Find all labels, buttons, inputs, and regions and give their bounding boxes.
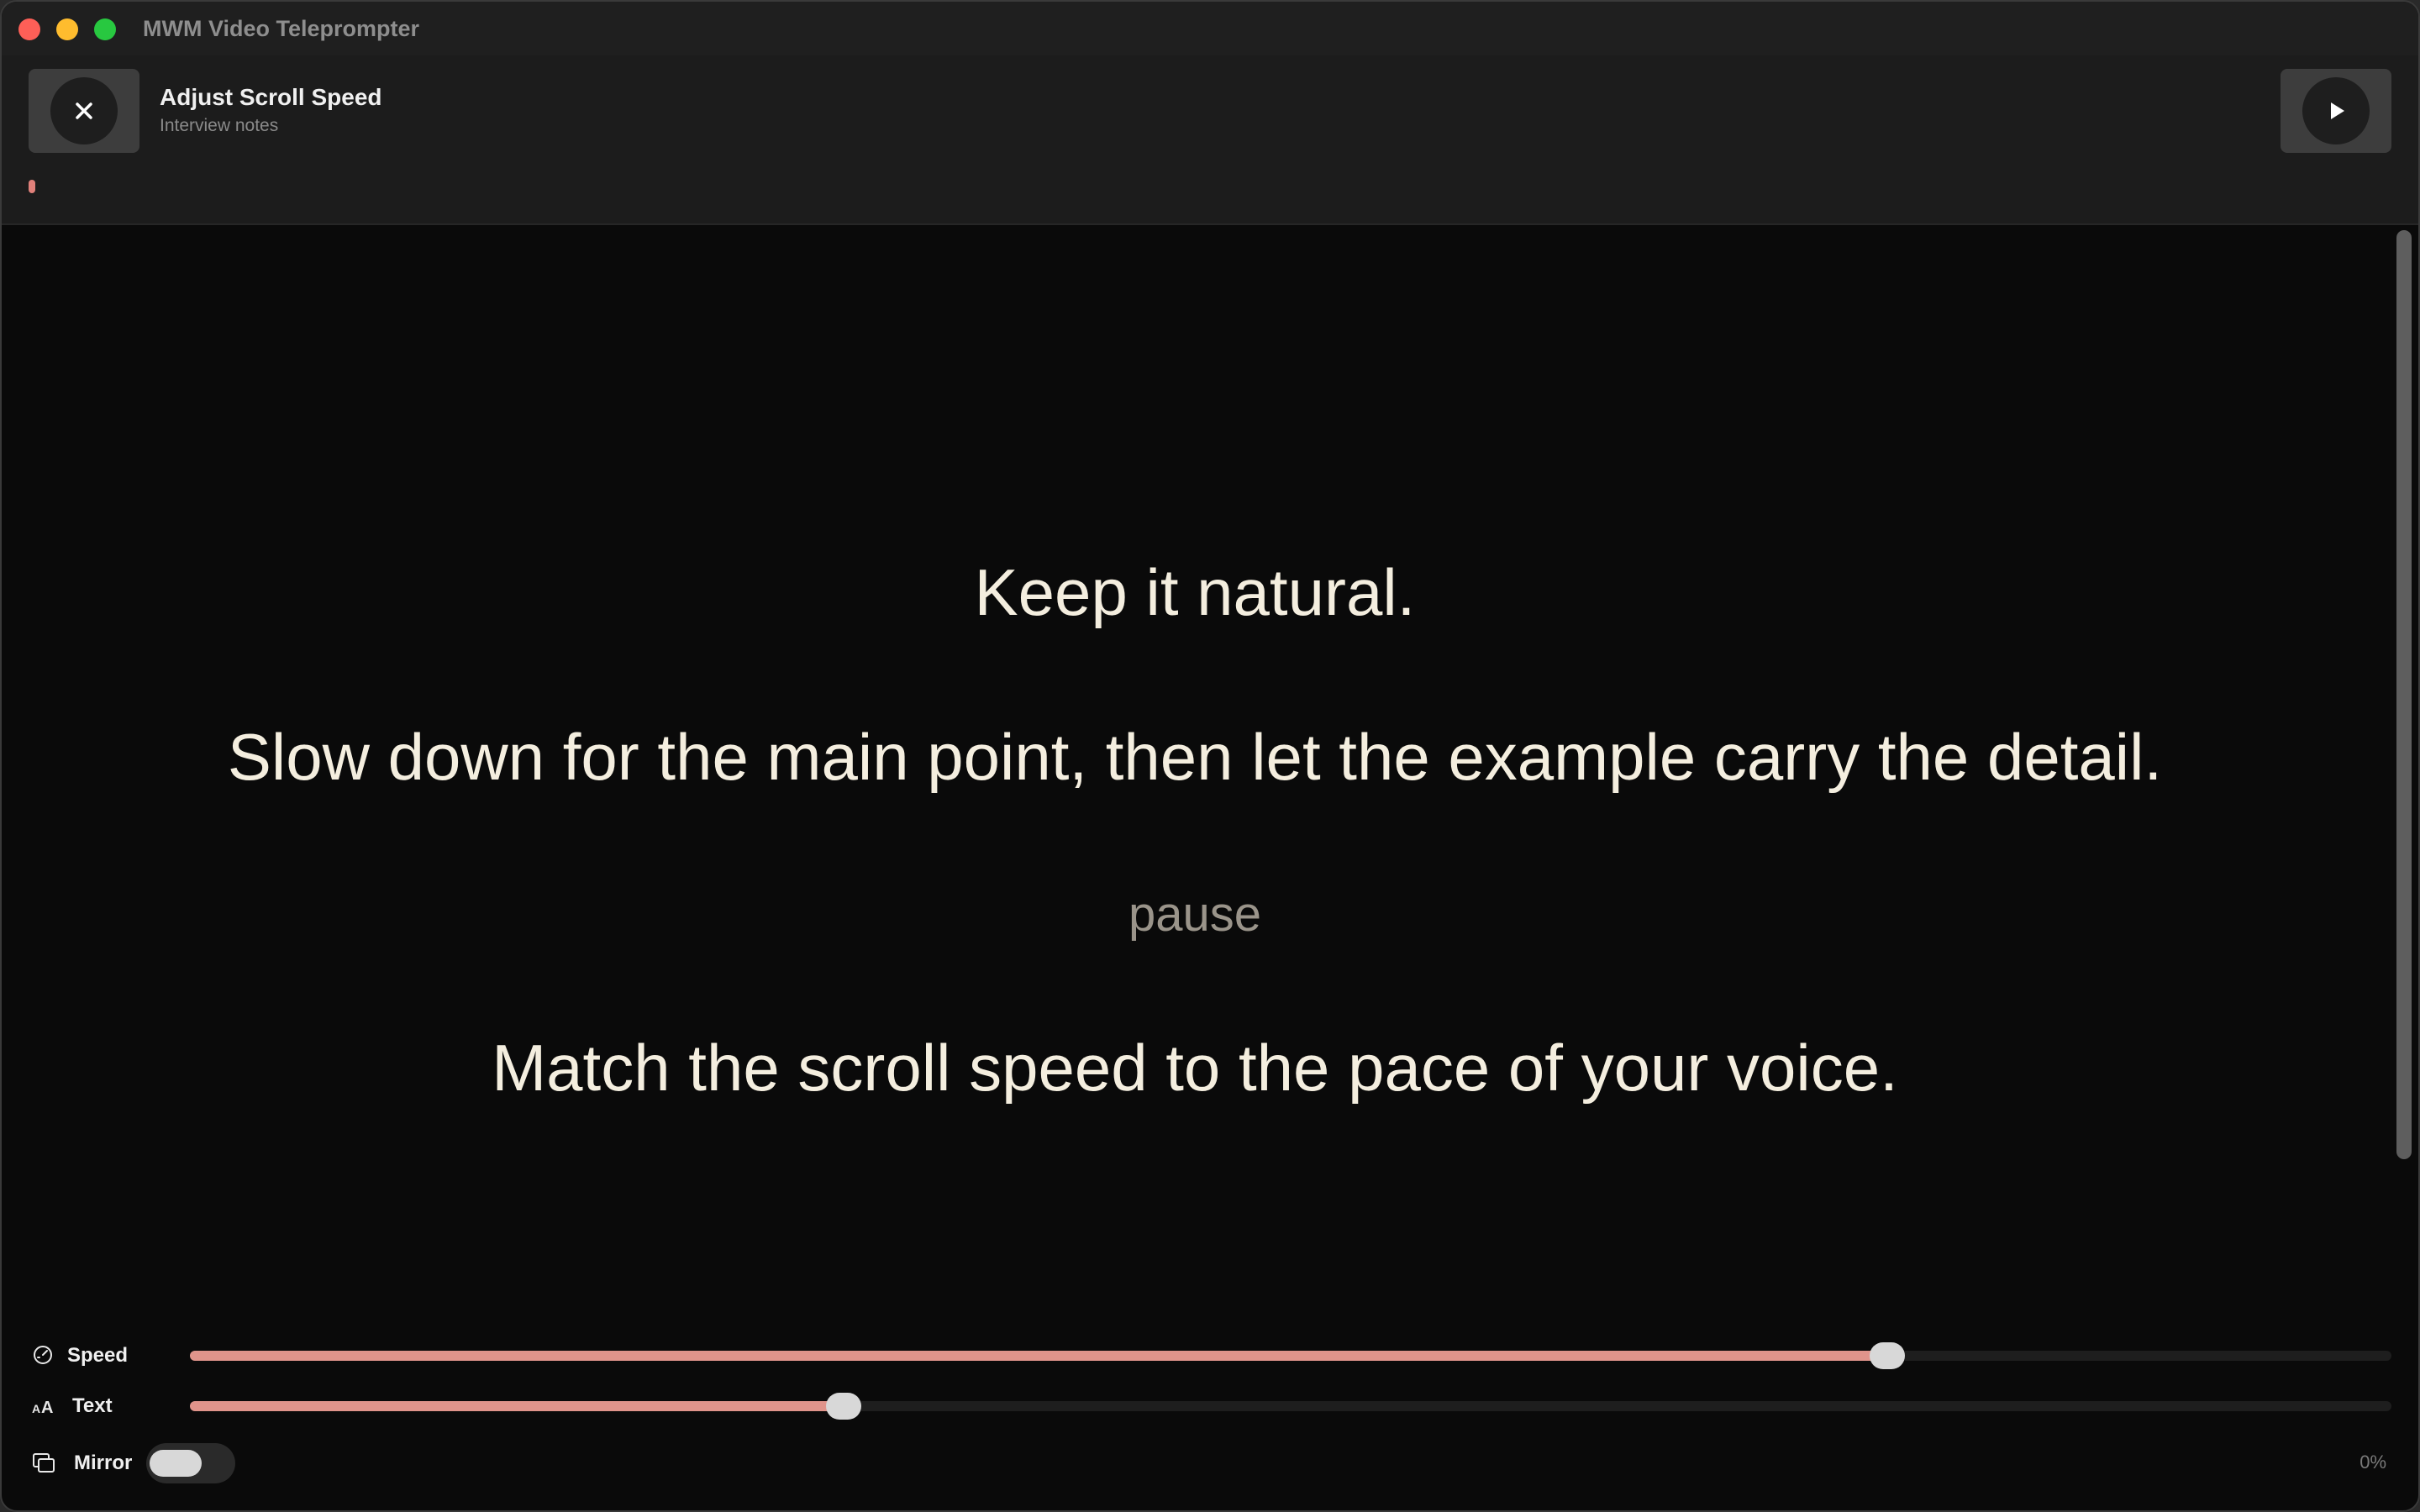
script-cue: pause xyxy=(1128,887,1262,942)
play-button[interactable] xyxy=(2302,77,2370,144)
script-header: Adjust Scroll Speed Interview notes xyxy=(2,55,2418,225)
title-bar: MWM Video Teleprompter xyxy=(2,2,2418,55)
mirror-toggle-knob xyxy=(150,1450,202,1477)
mirror-toggle[interactable] xyxy=(146,1443,235,1483)
text-size-slider-thumb[interactable] xyxy=(826,1393,861,1420)
gauge-icon xyxy=(34,1346,52,1364)
script-progress-indicator xyxy=(29,180,35,193)
speed-label: Speed xyxy=(67,1344,129,1367)
window-title: MWM Video Teleprompter xyxy=(143,16,420,41)
window-close-button[interactable] xyxy=(18,18,40,40)
close-icon xyxy=(76,102,92,119)
script-subtitle: Interview notes xyxy=(160,116,279,135)
script-title: Adjust Scroll Speed xyxy=(160,84,382,110)
script-scrollbar-thumb[interactable] xyxy=(2396,230,2412,1159)
script-line: Keep it natural. xyxy=(974,555,1416,629)
svg-text:A: A xyxy=(32,1402,40,1415)
window-minimize-button[interactable] xyxy=(56,18,78,40)
svg-text:A: A xyxy=(41,1399,53,1416)
speed-slider-fill xyxy=(190,1351,1887,1361)
app-window: MWM Video Teleprompter Adjust Scroll Spe… xyxy=(0,0,2420,1512)
mirror-icon xyxy=(33,1453,55,1473)
scroll-progress-percent: 0% xyxy=(2360,1452,2386,1473)
close-tile xyxy=(29,69,139,153)
play-tile xyxy=(2281,69,2391,153)
mirror-label: Mirror xyxy=(74,1452,133,1474)
window-maximize-button[interactable] xyxy=(94,18,116,40)
text-size-icon: A A xyxy=(32,1399,53,1416)
teleprompter-script[interactable]: Keep it natural. Slow down for the main … xyxy=(2,225,2388,1309)
text-size-slider-fill xyxy=(190,1401,844,1411)
script-line: Slow down for the main point, then let t… xyxy=(227,720,2163,794)
play-icon xyxy=(2331,102,2344,119)
close-button[interactable] xyxy=(50,77,118,144)
text-size-label: Text xyxy=(72,1394,113,1417)
speed-slider-thumb[interactable] xyxy=(1870,1342,1905,1369)
script-line: Match the scroll speed to the pace of yo… xyxy=(492,1031,1898,1105)
text-size-slider[interactable] xyxy=(190,1393,2391,1420)
speed-slider[interactable] xyxy=(190,1342,2391,1369)
